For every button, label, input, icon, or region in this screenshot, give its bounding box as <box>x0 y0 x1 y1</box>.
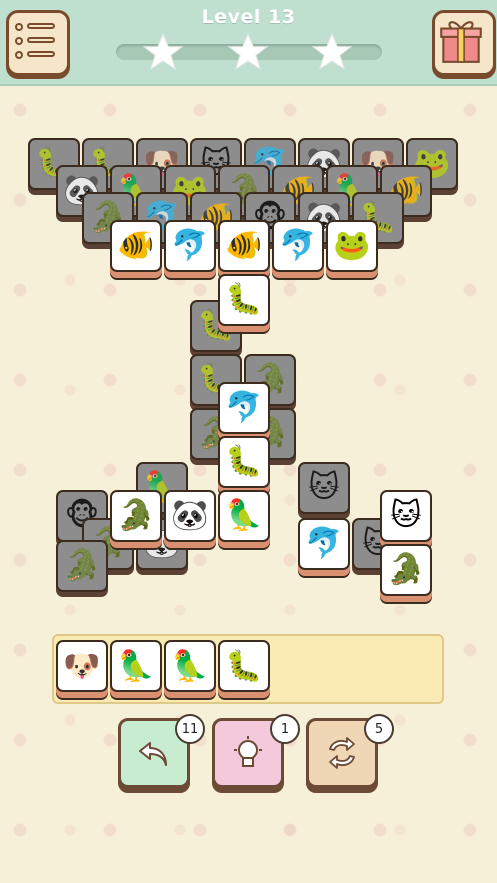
crocodile-icon: 🐊 <box>387 552 425 587</box>
fish-tile[interactable]: 🐠 <box>110 220 162 272</box>
parrot-tile[interactable]: 🦜 <box>218 490 270 542</box>
caterpillar-icon: 🐛 <box>225 282 263 317</box>
dolphin-tile[interactable]: 🐬 <box>272 220 324 272</box>
cat-icon: 🐱 <box>308 470 340 505</box>
fish-icon: 🐠 <box>225 228 263 263</box>
crocodile-icon: 🐊 <box>117 498 155 533</box>
crocodile-tile[interactable]: 🐊 <box>110 490 162 542</box>
frog-icon: 🐸 <box>333 228 371 263</box>
cat-tile: 🐱 <box>298 462 350 514</box>
frog-tile[interactable]: 🐸 <box>326 220 378 272</box>
dolphin-tile[interactable]: 🐬 <box>298 518 350 570</box>
parrot-icon: 🦜 <box>225 498 263 533</box>
shuffle-icon <box>329 737 355 769</box>
shuffle-count-badge: 5 <box>364 714 394 744</box>
crocodile-tile[interactable]: 🐊 <box>380 544 432 596</box>
fish-icon: 🐠 <box>117 228 155 263</box>
caterpillar-icon: 🐛 <box>225 648 263 684</box>
undo-count-badge: 11 <box>175 714 205 744</box>
crocodile-icon: 🐊 <box>63 548 101 583</box>
dolphin-tile[interactable]: 🐬 <box>164 220 216 272</box>
cat-tile[interactable]: 🐱 <box>380 490 432 542</box>
panda-tile[interactable]: 🐼 <box>164 490 216 542</box>
dog-icon: 🐶 <box>63 648 101 684</box>
parrot-icon: 🦜 <box>117 648 155 684</box>
caterpillar-tile[interactable]: 🐛 <box>218 274 270 326</box>
caterpillar-icon: 🐛 <box>225 444 263 479</box>
parrot-icon: 🦜 <box>171 648 209 684</box>
tray-dog-tile: 🐶 <box>56 640 108 692</box>
dolphin-icon: 🐬 <box>171 228 209 263</box>
tray-caterpillar-tile: 🐛 <box>218 640 270 692</box>
dolphin-tile[interactable]: 🐬 <box>218 382 270 434</box>
caterpillar-tile[interactable]: 🐛 <box>218 436 270 488</box>
tray-parrot-tile: 🦜 <box>110 640 162 692</box>
lightbulb-icon <box>234 736 262 767</box>
hint-count-badge: 1 <box>270 714 300 744</box>
undo-arrow-icon <box>139 742 167 766</box>
cat-icon: 🐱 <box>390 498 422 533</box>
crocodile-tile: 🐊 <box>56 540 108 592</box>
tray-parrot-tile: 🦜 <box>164 640 216 692</box>
dolphin-icon: 🐬 <box>305 526 343 561</box>
fish-tile[interactable]: 🐠 <box>218 220 270 272</box>
dolphin-icon: 🐬 <box>279 228 317 263</box>
dolphin-icon: 🐬 <box>225 390 263 425</box>
panda-icon: 🐼 <box>171 498 209 533</box>
